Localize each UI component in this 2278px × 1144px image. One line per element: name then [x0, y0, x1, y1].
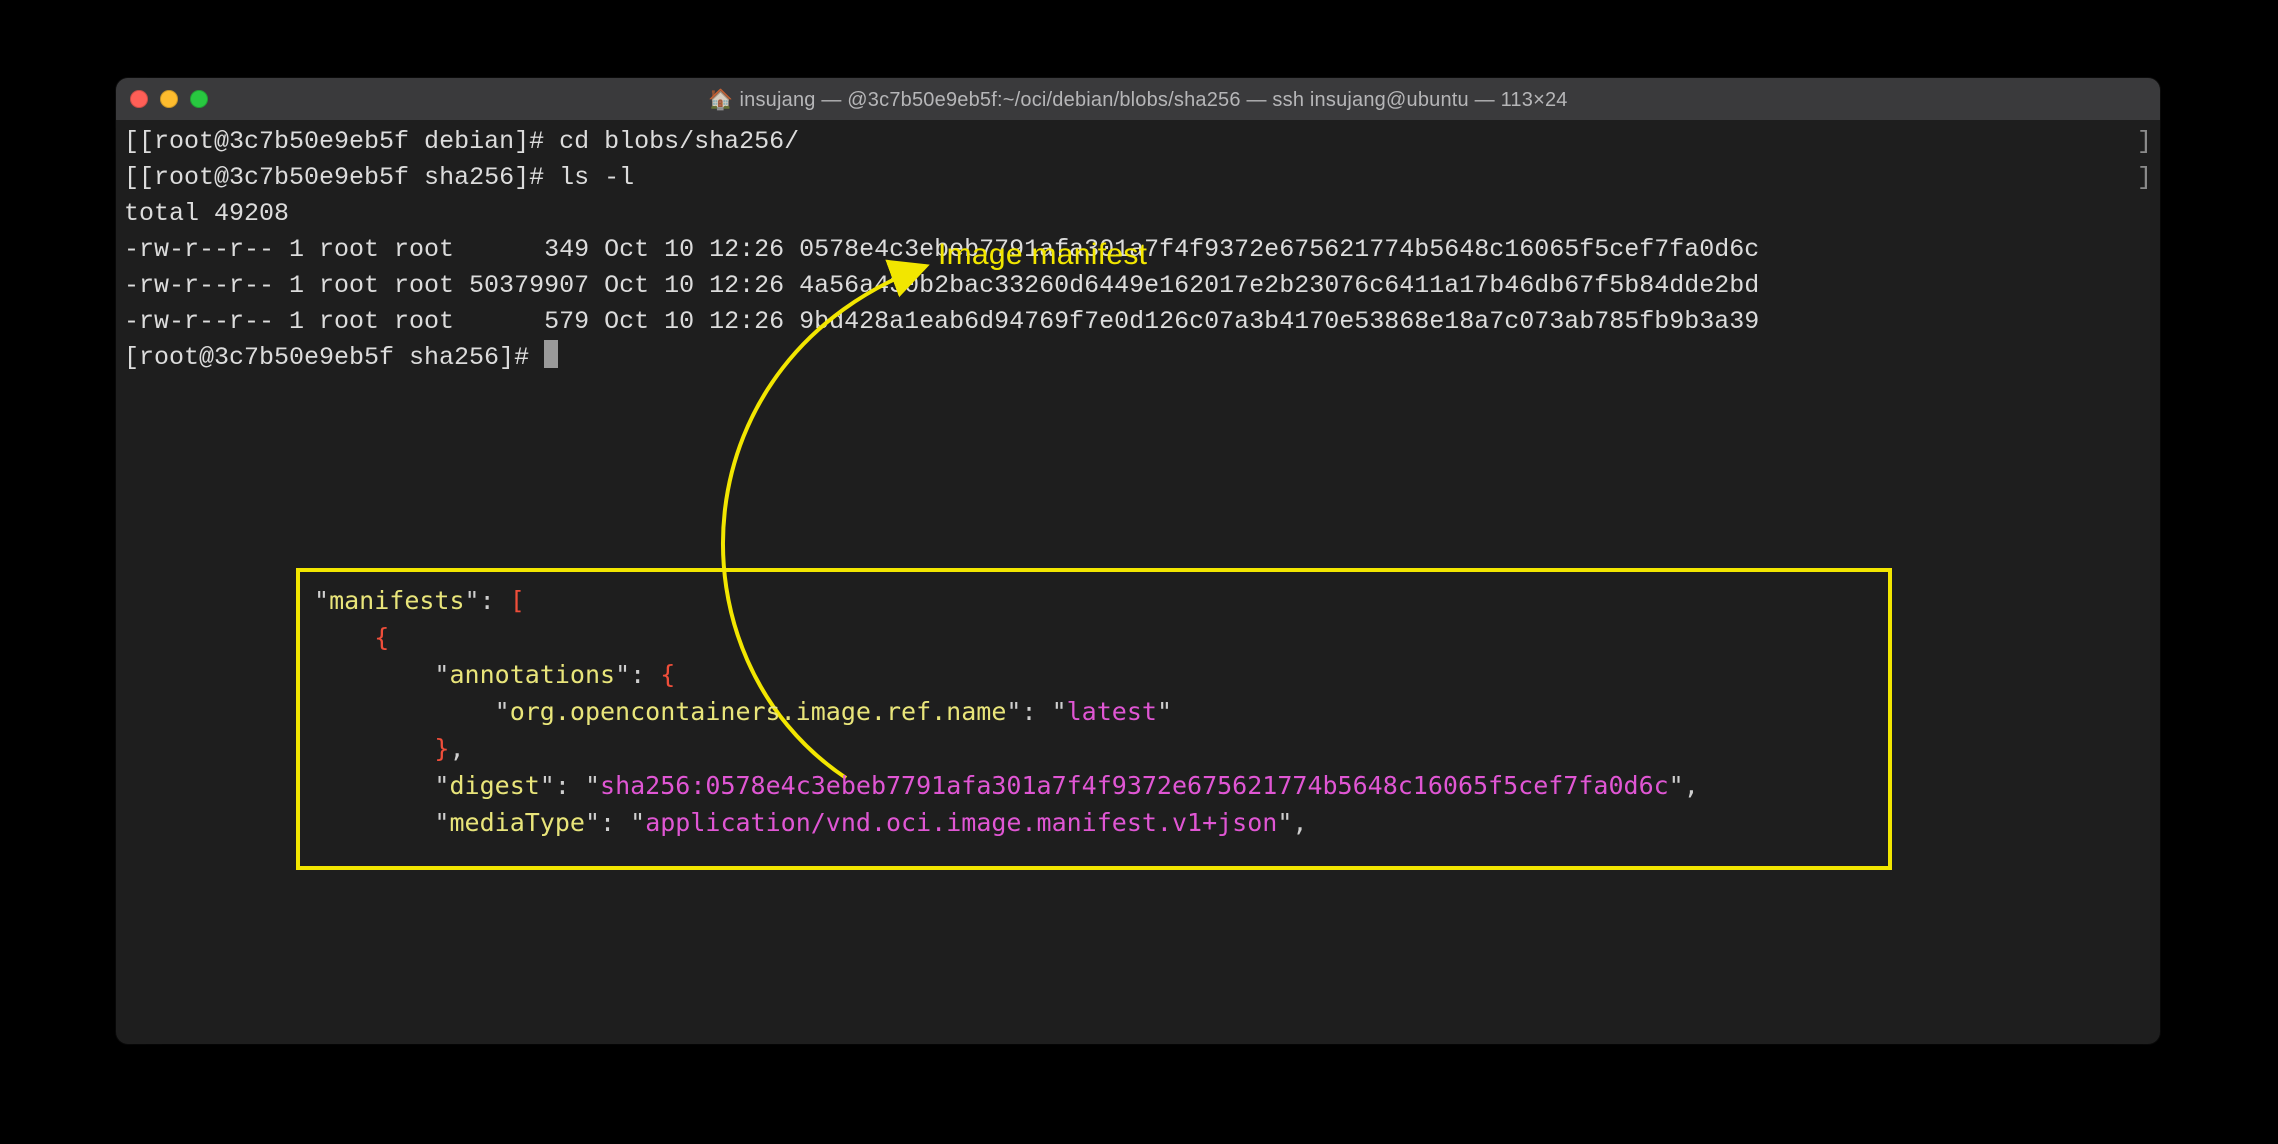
cmd-1: cd blobs/sha256/: [559, 127, 799, 156]
ls-total: total 49208: [124, 199, 289, 228]
prompt-1: [root@3c7b50e9eb5f debian]#: [139, 127, 559, 156]
ls-row-2: -rw-r--r-- 1 root root 50379907 Oct 10 1…: [124, 271, 1759, 300]
bracket: [: [124, 127, 139, 156]
prompt-2: [root@3c7b50e9eb5f sha256]#: [139, 163, 559, 192]
json-key-mediatype: mediaType: [449, 808, 584, 837]
prompt-3: [root@3c7b50e9eb5f sha256]#: [124, 343, 544, 372]
json-val-refname: latest: [1067, 697, 1157, 726]
close-icon[interactable]: [130, 90, 148, 108]
minimize-icon[interactable]: [160, 90, 178, 108]
stage: 🏠 insujang — @3c7b50e9eb5f:~/oci/debian/b…: [0, 0, 2278, 1144]
titlebar[interactable]: 🏠 insujang — @3c7b50e9eb5f:~/oci/debian/b…: [116, 78, 2160, 120]
home-icon: 🏠: [708, 89, 733, 111]
ls-row-3: -rw-r--r-- 1 root root 579 Oct 10 12:26 …: [124, 307, 1759, 336]
json-val-digest: sha256:0578e4c3ebeb7791afa301a7f4f9372e6…: [600, 771, 1669, 800]
json-key-manifests: manifests: [329, 586, 464, 615]
window-title: 🏠 insujang — @3c7b50e9eb5f:~/oci/debian/b…: [116, 87, 2160, 112]
annotation-image-manifest: Image manifest: [938, 238, 1147, 272]
zoom-icon[interactable]: [190, 90, 208, 108]
json-key-digest: digest: [449, 771, 539, 800]
cmd-2: ls -l: [559, 163, 634, 192]
right-bracket-1: ]: [2137, 124, 2152, 160]
json-manifest-box: "manifests": [ { "annotations": { "org.o…: [296, 568, 1892, 870]
json-key-refname: org.opencontainers.image.ref.name: [510, 697, 1007, 726]
json-val-mediatype: application/vnd.oci.image.manifest.v1+js…: [645, 808, 1277, 837]
right-bracket-2: ]: [2137, 160, 2152, 196]
json-key-annotations: annotations: [449, 660, 615, 689]
traffic-lights: [130, 90, 208, 108]
json-content: "manifests": [ { "annotations": { "org.o…: [314, 582, 1874, 841]
bracket: [: [124, 163, 139, 192]
terminal-window: 🏠 insujang — @3c7b50e9eb5f:~/oci/debian/b…: [116, 78, 2160, 1044]
window-title-text: insujang — @3c7b50e9eb5f:~/oci/debian/bl…: [739, 89, 1567, 111]
cursor-icon: [544, 340, 558, 368]
